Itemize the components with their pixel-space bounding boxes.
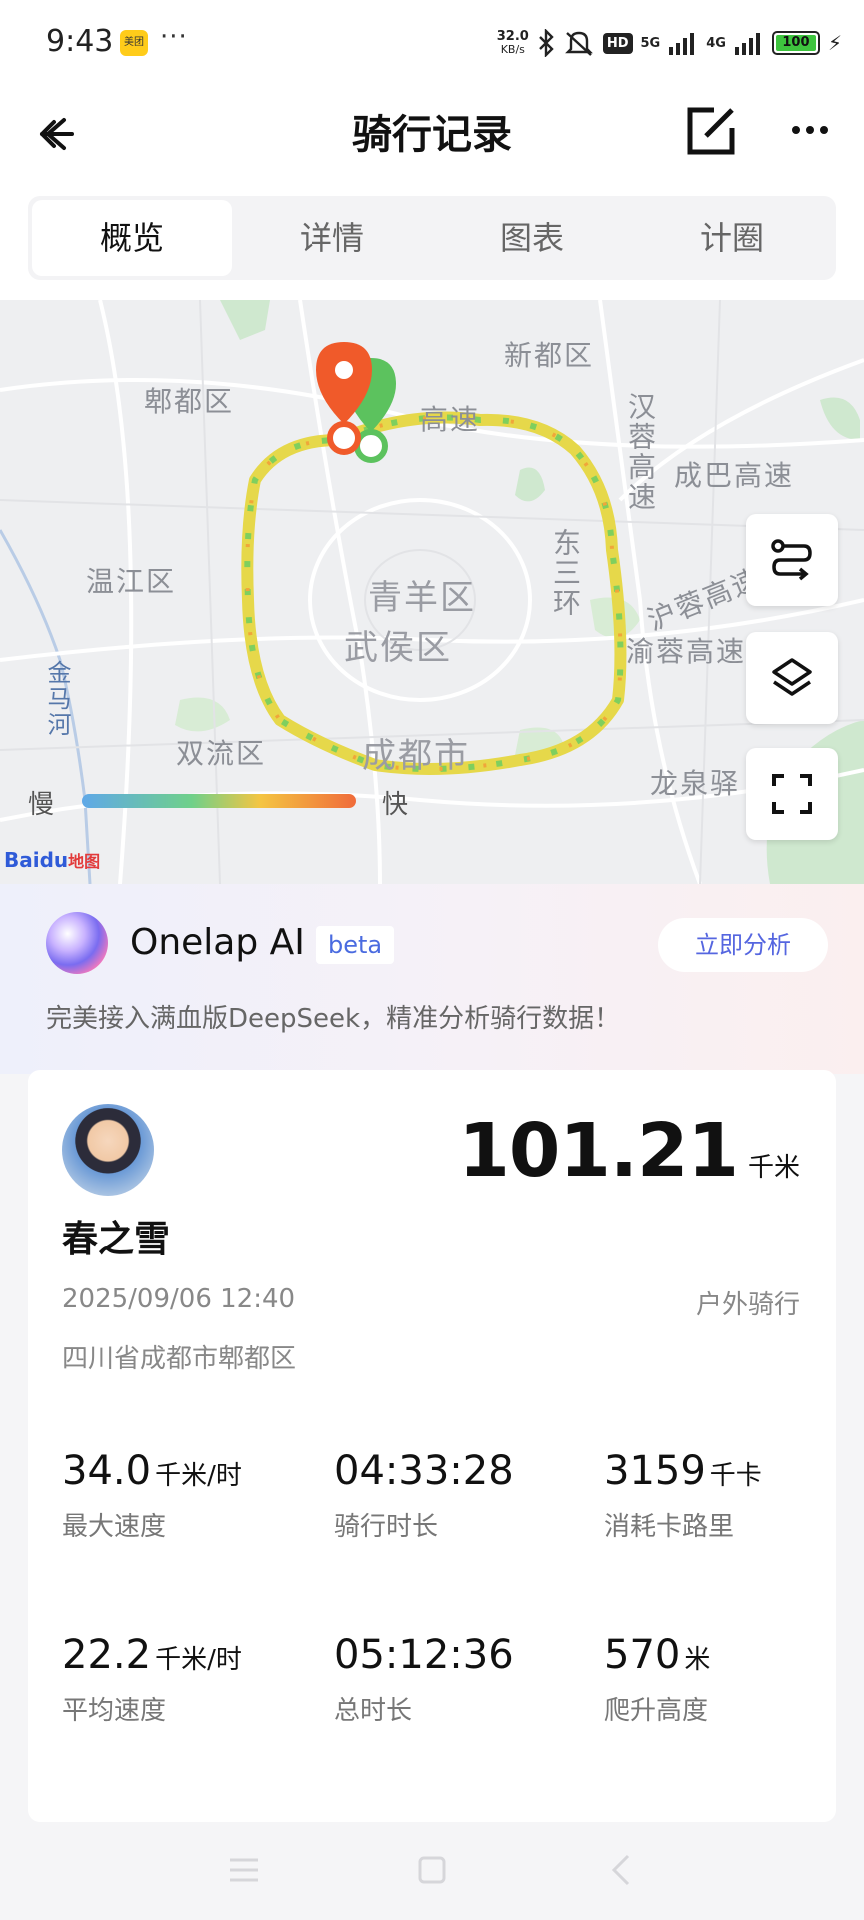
tab-bar: 概览 详情 图表 计圈: [0, 188, 864, 300]
stat-ride-time: 04:33:28 骑行时长: [334, 1448, 514, 1542]
map-layers-button[interactable]: [746, 632, 838, 724]
total-distance: 101.21 千米: [458, 1108, 800, 1194]
fullscreen-icon: [772, 774, 812, 814]
status-indicators: 32.0 KB/s HD 5G 4G 100 ⚡: [497, 26, 842, 60]
distance-unit: 千米: [747, 1153, 800, 1183]
map-label-pidu: 郫都区: [144, 385, 235, 418]
map-label-chengdu: 成都市: [362, 736, 470, 776]
map-label-jinma: 金马河: [43, 660, 71, 738]
map-label-yurong: 渝蓉高速: [626, 635, 747, 668]
ai-name: Onelap AI: [130, 922, 305, 963]
edit-icon: [687, 107, 735, 155]
ai-description: 完美接入满血版DeepSeek，精准分析骑行数据！: [46, 1004, 621, 1034]
map-label-gaosu: 高速: [420, 403, 481, 436]
legend-fast-label: 快: [382, 790, 409, 820]
more-button[interactable]: [780, 100, 840, 160]
map-label-wenjiang: 温江区: [86, 565, 177, 598]
layers-icon: [772, 658, 812, 696]
more-notifications-icon: ···: [160, 22, 188, 52]
tab-details[interactable]: 详情: [232, 200, 432, 276]
map-label-wuhou: 武侯区: [344, 628, 452, 668]
mute-icon: [564, 31, 593, 56]
signal-5g-icon: [669, 33, 695, 55]
legend-slow-label: 慢: [28, 790, 55, 820]
signal-4g-label: 4G: [706, 35, 726, 51]
analyze-now-button[interactable]: 立即分析: [658, 918, 828, 972]
activity-type: 户外骑行: [695, 1290, 800, 1320]
map-label-shuangliu: 双流区: [176, 737, 267, 770]
ride-location: 四川省成都市郫都区: [62, 1344, 297, 1374]
menu-nav-icon[interactable]: [226, 1852, 262, 1888]
stat-calories: 3159 千卡 消耗卡路里: [604, 1448, 762, 1542]
home-nav-icon[interactable]: [414, 1852, 450, 1888]
map-label-hanrong: 汉蓉高速: [624, 392, 657, 512]
charging-icon: ⚡: [827, 31, 842, 55]
username: 春之雪: [62, 1219, 171, 1260]
baidu-map-logo: Baidu地图: [4, 848, 101, 872]
map-label-longquan: 龙泉驿: [650, 767, 741, 800]
end-marker-icon: [316, 342, 372, 455]
stat-elevation-gain: 570 米 爬升高度: [604, 1632, 711, 1726]
app-header: 骑行记录: [0, 84, 864, 188]
status-bar: 9:43 美团 ··· 32.0 KB/s HD 5G 4G 100 ⚡: [0, 0, 864, 84]
signal-4g-icon: [734, 33, 760, 55]
status-time: 9:43: [46, 24, 114, 59]
ai-analysis-banner: Onelap AI beta 立即分析 完美接入满血版DeepSeek，精准分析…: [0, 884, 864, 1074]
signal-5g-label: 5G: [640, 35, 661, 51]
onelap-ai-logo-icon: [46, 912, 108, 974]
map-label-dong-san-huan: 东三环: [549, 528, 582, 618]
avatar[interactable]: [62, 1104, 154, 1196]
speed-legend-bar: [82, 794, 356, 808]
route-icon: [771, 539, 812, 581]
beta-badge: beta: [316, 926, 395, 964]
battery-icon: 100: [771, 31, 820, 55]
stat-max-speed: 34.0 千米/时 最大速度: [62, 1448, 242, 1542]
ride-datetime: 2025/09/06 12:40: [62, 1284, 296, 1314]
net-speed: 32.0 KB/s: [496, 29, 529, 56]
stat-total-time: 05:12:36 总时长: [334, 1632, 514, 1726]
bluetooth-icon: [538, 29, 554, 57]
edit-button[interactable]: [680, 100, 740, 160]
distance-value: 101.21: [458, 1108, 739, 1194]
route-toggle-button[interactable]: [746, 514, 838, 606]
route-map[interactable]: 新都区 郫都区 高速 成巴高速 汉蓉高速 温江区 青羊区 武侯区 东三环 沪蓉高…: [0, 300, 864, 884]
tab-overview[interactable]: 概览: [32, 200, 232, 276]
battery-level: 100: [775, 35, 816, 51]
map-label-chengba: 成巴高速: [674, 459, 795, 492]
fullscreen-button[interactable]: [746, 748, 838, 840]
map-label-xindu: 新都区: [504, 339, 595, 372]
tabs: 概览 详情 图表 计圈: [28, 196, 836, 280]
stat-avg-speed: 22.2 千米/时 平均速度: [62, 1632, 242, 1726]
meituan-app-icon: 美团: [120, 30, 148, 56]
tab-laps[interactable]: 计圈: [632, 200, 832, 276]
back-nav-icon[interactable]: [604, 1852, 640, 1888]
system-nav-bar: [0, 1822, 864, 1920]
map-label-qingyang: 青羊区: [368, 578, 476, 618]
more-dots-icon: [792, 126, 828, 134]
tab-charts[interactable]: 图表: [432, 200, 632, 276]
hd-voice-badge: HD: [602, 32, 633, 54]
ride-summary-card: 101.21 千米 春之雪 2025/09/06 12:40 户外骑行 四川省成…: [28, 1070, 836, 1822]
